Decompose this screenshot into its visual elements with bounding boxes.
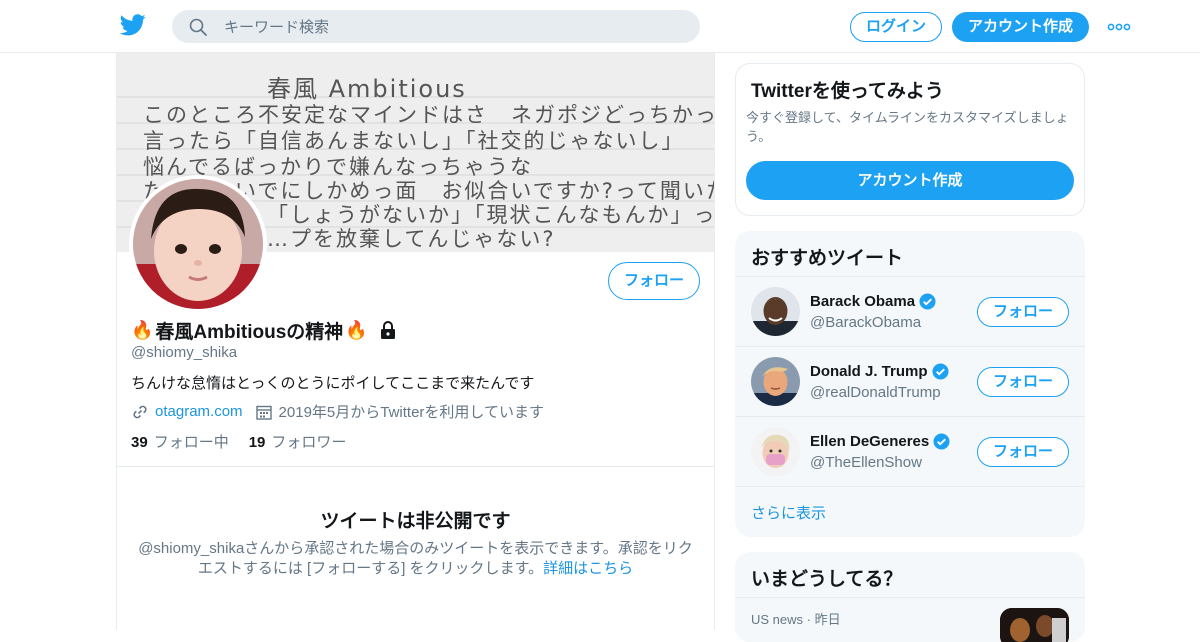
protected-tweets-title: ツイートは非公開です	[320, 511, 511, 532]
follow-button[interactable]: フォロー	[977, 367, 1069, 397]
follow-button[interactable]: フォロー	[977, 437, 1069, 467]
link-icon	[133, 405, 147, 418]
suggested-account-row[interactable]: Donald J. Trump @realDonaldTrump フォロー	[735, 346, 1085, 416]
account-name-text: Ellen DeGeneres	[810, 433, 930, 450]
followers-stat[interactable]: 19 フォロワー	[249, 431, 347, 452]
joined-date: 2019年5月からTwitterを利用しています	[278, 404, 544, 421]
donald-trump-avatar	[751, 357, 800, 406]
following-label: フォロー中	[153, 434, 229, 451]
fire-emoji: 🔥	[131, 319, 154, 340]
following-stat[interactable]: 39 フォロー中	[131, 431, 229, 452]
signup-card-description: 今すぐ登録して、タイムラインをカスタマイズしましょう。	[746, 110, 1069, 144]
protected-tweets-message: @shiomy_shikaさんから承認された場合のみツイートを表示できます。承認…	[135, 539, 696, 579]
profile-bio: ちんけな怠惰はとっくのとうにポイしてここまで来たんです	[131, 375, 535, 392]
fire-emoji: 🔥	[345, 319, 368, 340]
twitter-logo-icon[interactable]	[120, 14, 146, 36]
banner-line: …プを放棄してんじゃない?	[267, 227, 556, 251]
show-more-row[interactable]: さらに表示	[735, 486, 1085, 537]
more-icon[interactable]	[1107, 23, 1131, 31]
barack-obama-avatar	[751, 287, 800, 336]
calendar-icon	[255, 405, 272, 420]
child-portrait-image	[133, 179, 263, 309]
trends-title: いまどうしてる？	[751, 569, 903, 590]
account-name-text: Donald J. Trump	[810, 363, 928, 380]
followers-count: 19	[248, 434, 266, 451]
search-input[interactable]	[222, 10, 686, 45]
trend-category: US news	[751, 612, 804, 627]
top-navigation-bar: ログイン アカウント作成	[0, 0, 1200, 53]
signup-card-button[interactable]: アカウント作成	[746, 161, 1074, 200]
trend-time: 昨日	[814, 612, 841, 627]
trend-separator: ·	[806, 612, 811, 627]
follow-button[interactable]: フォロー	[608, 262, 700, 300]
profile-meta: otagram.com 2019年5月からTwitterを利用しています	[131, 401, 544, 422]
ellen-degeneres-avatar	[751, 427, 800, 476]
who-to-follow-title: おすすめツイート	[751, 248, 904, 269]
section-divider	[117, 466, 714, 467]
account-name: Barack Obama	[810, 293, 936, 310]
profile-name: 🔥 春風Ambitiousの精神 🔥	[131, 317, 398, 343]
account-name-text: Barack Obama	[810, 293, 916, 310]
suggested-account-row[interactable]: Ellen DeGeneres @TheEllenShow フォロー	[735, 416, 1085, 486]
avatar[interactable]	[751, 427, 800, 476]
website-link[interactable]: otagram.com	[155, 403, 243, 420]
show-more-link[interactable]: さらに表示	[751, 502, 826, 523]
avatar[interactable]	[751, 287, 800, 336]
follow-button[interactable]: フォロー	[977, 297, 1069, 327]
profile-name-text: 春風Ambitiousの精神	[155, 321, 344, 343]
login-button[interactable]: ログイン	[850, 12, 942, 42]
verified-badge-icon	[919, 293, 936, 310]
trends-card: いまどうしてる？ US news · 昨日	[735, 552, 1085, 642]
account-handle: @TheEllenShow	[810, 454, 922, 471]
search-bar	[172, 10, 700, 45]
learn-more-link[interactable]: 詳細はこちら	[543, 560, 633, 577]
account-name: Donald J. Trump	[810, 363, 949, 380]
trend-thumbnail[interactable]	[1000, 608, 1069, 642]
search-icon	[189, 18, 207, 36]
verified-badge-icon	[931, 363, 949, 380]
account-handle: @BarackObama	[810, 314, 922, 331]
trends-divider	[735, 597, 1085, 598]
followers-label: フォロワー	[271, 434, 347, 451]
profile-stats: 39 フォロー中 19 フォロワー	[131, 431, 346, 452]
trend-item-meta[interactable]: US news · 昨日	[751, 609, 841, 628]
profile-avatar[interactable]	[129, 175, 267, 313]
verified-badge-icon	[933, 433, 950, 450]
suggested-account-row[interactable]: Barack Obama @BarackObama フォロー	[735, 276, 1085, 346]
signup-card-title: Twitterを使ってみよう	[751, 81, 944, 102]
who-to-follow-card: おすすめツイート Barack Obama @BarackObama フォロー	[735, 231, 1085, 537]
signup-card: Twitterを使ってみよう 今すぐ登録して、タイムラインをカスタマイズしましょ…	[735, 63, 1085, 216]
following-count: 39	[131, 434, 148, 451]
lock-icon	[380, 321, 395, 339]
account-handle: @realDonaldTrump	[810, 384, 941, 401]
profile-column: 春風 Ambitious このところ不安定なマインドはさ ネガポジどっちかって …	[116, 53, 715, 630]
signup-button[interactable]: アカウント作成	[952, 12, 1089, 42]
trend-thumbnail-image	[1000, 608, 1069, 642]
account-name: Ellen DeGeneres	[810, 433, 950, 450]
avatar[interactable]	[751, 357, 800, 406]
profile-handle: @shiomy_shika	[131, 344, 238, 361]
